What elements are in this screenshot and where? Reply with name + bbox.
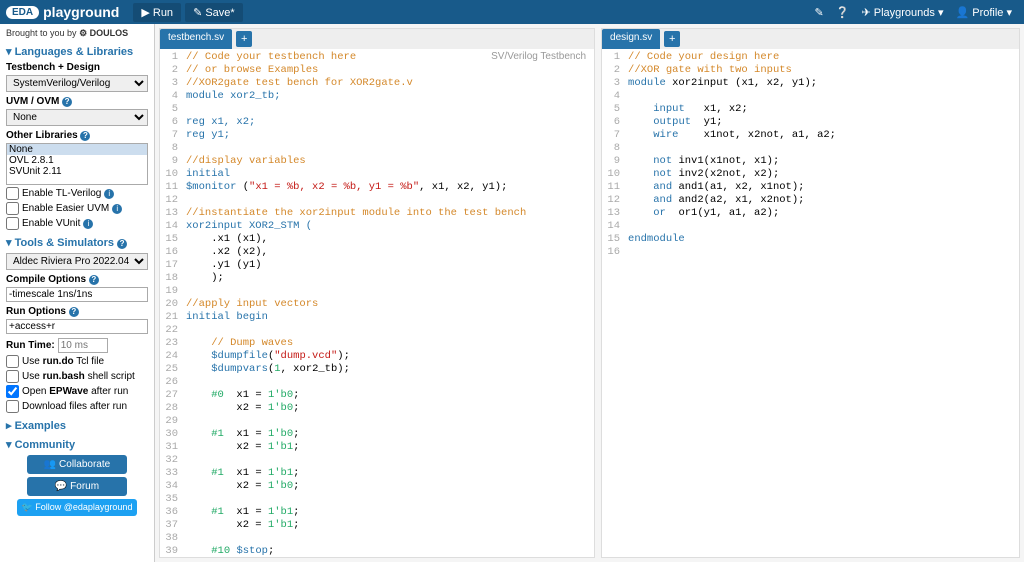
edit-icon[interactable]: ✎ (815, 6, 824, 19)
sidebar: Brought to you by ⚙ DOULOS ▾ Languages &… (0, 24, 155, 562)
run-options-label: Run Options ? (6, 306, 148, 317)
tb-design-label: Testbench + Design (6, 62, 148, 73)
runtime-input[interactable] (58, 338, 108, 353)
community-header[interactable]: ▾ Community (6, 438, 148, 451)
design-editor[interactable]: 12345678910111213141516 // Code your des… (602, 49, 1019, 557)
editor-panes: testbench.sv + SV/Verilog Testbench 1234… (155, 24, 1024, 562)
tab-bar: testbench.sv + (160, 29, 594, 49)
logo: EDA playground (6, 4, 131, 20)
line-gutter: 1234567891011121314151617181920212223242… (160, 49, 182, 557)
languages-header[interactable]: ▾ Languages & Libraries (6, 45, 148, 58)
chk-download[interactable]: Download files after run (6, 400, 148, 413)
chk-rundo[interactable]: Use run.do Tcl file (6, 355, 148, 368)
other-lib-label: Other Libraries ? (6, 130, 148, 141)
chk-runbash[interactable]: Use run.bash shell script (6, 370, 148, 383)
chk-vunit[interactable]: Enable VUnit i (6, 217, 148, 230)
profile-menu[interactable]: 👤 Profile ▾ (955, 6, 1012, 19)
main-container: Brought to you by ⚙ DOULOS ▾ Languages &… (0, 24, 1024, 562)
chk-epwave[interactable]: Open EPWave after run (6, 385, 148, 398)
info-icon[interactable]: ? (117, 239, 127, 249)
testbench-editor[interactable]: SV/Verilog Testbench 1234567891011121314… (160, 49, 594, 557)
tab-design[interactable]: design.sv (602, 29, 660, 49)
add-tab-button[interactable]: + (236, 31, 252, 47)
info-icon[interactable]: ? (69, 307, 79, 317)
chk-tlverilog[interactable]: Enable TL-Verilog i (6, 187, 148, 200)
testbench-pane: testbench.sv + SV/Verilog Testbench 1234… (159, 28, 595, 558)
language-badge: SV/Verilog Testbench (491, 51, 586, 62)
info-icon[interactable]: i (83, 219, 93, 229)
compile-options-input[interactable] (6, 287, 148, 302)
save-button[interactable]: ✎ Save* (185, 3, 243, 22)
line-gutter: 12345678910111213141516 (602, 49, 624, 557)
list-item[interactable]: None (7, 144, 147, 155)
chk-easier-uvm[interactable]: Enable Easier UVM i (6, 202, 148, 215)
examples-header[interactable]: ▸ Examples (6, 419, 148, 432)
tab-testbench[interactable]: testbench.sv (160, 29, 232, 49)
playgrounds-menu[interactable]: ✈ Playgrounds ▾ (861, 6, 943, 19)
simulator-select[interactable]: Aldec Riviera Pro 2022.04 (6, 253, 148, 270)
sponsor-line: Brought to you by ⚙ DOULOS (6, 28, 148, 39)
uvm-label: UVM / OVM ? (6, 96, 148, 107)
info-icon[interactable]: i (112, 204, 122, 214)
top-toolbar: EDA playground ▶ Run ✎ Save* ✎ ❔ ✈ Playg… (0, 0, 1024, 24)
tools-header[interactable]: ▾ Tools & Simulators ? (6, 236, 148, 249)
code-area[interactable]: // Code your testbench here// or browse … (182, 49, 594, 557)
runtime-label: Run Time: (6, 340, 55, 351)
collaborate-button[interactable]: 👥 Collaborate (27, 455, 127, 474)
help-icon[interactable]: ❔ (836, 6, 850, 19)
tb-design-select[interactable]: SystemVerilog/Verilog (6, 75, 148, 92)
forum-button[interactable]: 💬 Forum (27, 477, 127, 496)
info-icon[interactable]: ? (62, 97, 72, 107)
tab-bar: design.sv + (602, 29, 1019, 49)
uvm-select[interactable]: None (6, 109, 148, 126)
code-area[interactable]: // Code your design here//XOR gate with … (624, 49, 1019, 557)
run-button[interactable]: ▶ Run (133, 3, 181, 22)
info-icon[interactable]: i (104, 189, 114, 199)
list-item[interactable]: OVL 2.8.1 (7, 155, 147, 166)
other-lib-list[interactable]: None OVL 2.8.1 SVUnit 2.11 (6, 143, 148, 185)
list-item[interactable]: SVUnit 2.11 (7, 166, 147, 177)
info-icon[interactable]: ? (80, 131, 90, 141)
design-pane: design.sv + 12345678910111213141516 // C… (601, 28, 1020, 558)
run-options-input[interactable] (6, 319, 148, 334)
info-icon[interactable]: ? (89, 275, 99, 285)
logo-text: playground (43, 4, 119, 20)
compile-label: Compile Options ? (6, 274, 148, 285)
logo-badge: EDA (6, 6, 39, 19)
twitter-follow-button[interactable]: 🐦 Follow @edaplayground (17, 499, 137, 516)
add-tab-button[interactable]: + (664, 31, 680, 47)
